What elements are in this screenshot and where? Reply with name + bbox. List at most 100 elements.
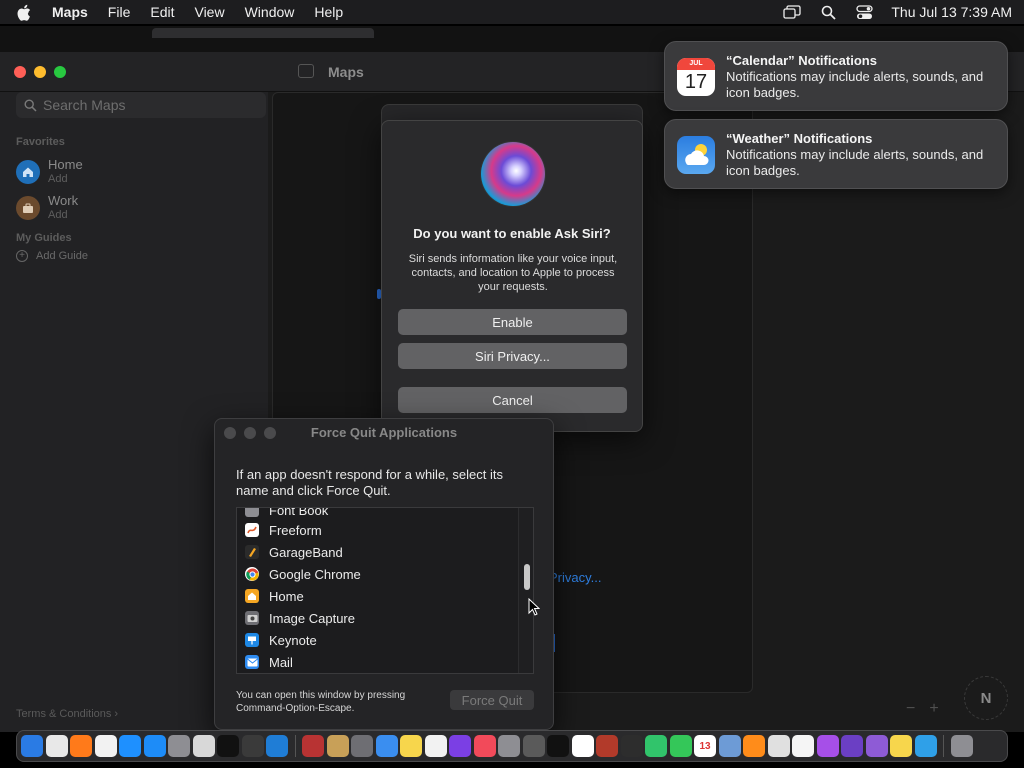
menu-view[interactable]: View (194, 4, 224, 20)
list-item[interactable]: Mail (245, 651, 293, 673)
enable-button[interactable]: Enable (398, 309, 627, 335)
list-item[interactable]: Freeform (245, 519, 322, 541)
screen-mirroring-icon[interactable] (783, 4, 802, 20)
finder-icon[interactable] (21, 735, 43, 757)
force-quit-button[interactable]: Force Quit (450, 690, 534, 710)
add-guide-button[interactable]: + Add Guide (16, 250, 88, 262)
vscode-icon[interactable] (266, 735, 288, 757)
messages-icon[interactable] (669, 735, 692, 757)
brush-icon[interactable] (241, 735, 264, 757)
font-book-icon[interactable] (498, 735, 520, 757)
briefcase-icon (16, 196, 40, 220)
terminal-icon[interactable] (217, 735, 239, 757)
spotlight-search-icon[interactable] (819, 4, 837, 20)
fullscreen-button[interactable] (54, 66, 66, 78)
books-icon[interactable] (743, 735, 765, 757)
home-icon (16, 160, 40, 184)
search-field[interactable] (16, 92, 266, 118)
search-icon (24, 98, 37, 112)
close-button[interactable] (14, 66, 26, 78)
app-store-icon[interactable] (143, 735, 166, 757)
list-item[interactable]: GarageBand (245, 541, 343, 563)
podcasts-icon[interactable] (816, 735, 839, 757)
dock-separator (943, 735, 944, 757)
archive-icon[interactable] (326, 735, 349, 757)
zoom-in-button[interactable]: + (929, 700, 938, 718)
firefox-icon[interactable] (70, 735, 92, 757)
list-item[interactable]: Home (245, 585, 304, 607)
app-list[interactable]: Font Book Freeform GarageBand Google Chr… (236, 507, 534, 674)
icloud-icon[interactable] (375, 735, 398, 757)
notes-icon[interactable] (400, 735, 422, 757)
news-icon[interactable] (473, 735, 496, 757)
preview-icon[interactable] (718, 735, 741, 757)
favorite-work[interactable]: Work Add (16, 194, 78, 222)
force-quit-window: Force Quit Applications If an app doesn'… (214, 418, 554, 730)
force-quit-hint: You can open this window by pressing Com… (236, 690, 406, 714)
menu-help[interactable]: Help (314, 4, 343, 20)
freeform-icon[interactable] (571, 735, 594, 757)
background-window-tab (152, 28, 374, 38)
search-input[interactable] (43, 97, 243, 113)
instruments-icon[interactable] (302, 735, 324, 757)
calendar-icon[interactable]: 13 (694, 735, 716, 757)
scrollbar-thumb[interactable] (524, 564, 530, 590)
control-center-icon[interactable] (855, 4, 873, 20)
dictionary-icon[interactable] (596, 735, 618, 757)
menu-clock[interactable]: Thu Jul 13 7:39 AM (891, 4, 1012, 20)
terms-link[interactable]: Terms & Conditions › (16, 708, 118, 720)
calendar-notification[interactable]: JUL 17 “Calendar” Notifications Notifica… (664, 41, 1008, 111)
calendar-icon: JUL 17 (677, 58, 715, 96)
preview-photos-icon[interactable] (914, 735, 937, 757)
tv-icon[interactable] (547, 735, 569, 757)
list-item[interactable]: Google Chrome (245, 563, 361, 585)
zoom-controls: − + (906, 700, 939, 718)
trash-icon[interactable] (950, 735, 973, 757)
find-my-icon[interactable] (645, 735, 667, 757)
mouse-cursor-icon (528, 598, 540, 616)
favorite-name: Work (48, 193, 79, 208)
safari-icon[interactable] (119, 735, 141, 757)
visual-studio-icon[interactable] (841, 735, 863, 757)
chrome-icon (245, 567, 259, 581)
menu-window[interactable]: Window (245, 4, 295, 20)
menu-edit[interactable]: Edit (150, 4, 174, 20)
app-name: Mail (269, 654, 293, 670)
guides-header: My Guides (16, 232, 72, 244)
zoom-out-button[interactable]: − (906, 700, 915, 718)
list-scrollbar[interactable] (518, 508, 533, 673)
favorite-sub: Add (48, 173, 68, 185)
launchpad-icon[interactable] (45, 735, 68, 757)
notification-title: “Weather” Notifications (726, 131, 873, 146)
chrome-icon[interactable] (94, 735, 117, 757)
reminders-icon[interactable] (424, 735, 447, 757)
dock-separator (294, 735, 296, 757)
clock-icon[interactable] (792, 735, 814, 757)
notes-yellow-icon[interactable] (890, 735, 912, 757)
script-editor-icon[interactable] (192, 735, 215, 757)
list-item[interactable]: Keynote (245, 629, 317, 651)
list-item[interactable]: Image Capture (245, 607, 355, 629)
compass-icon[interactable]: N (964, 676, 1008, 720)
screen-sharing-icon[interactable] (865, 735, 888, 757)
menu-file[interactable]: File (108, 4, 131, 20)
apple-menu-icon[interactable] (16, 4, 34, 21)
notification-body: Notifications may include alerts, sounds… (726, 69, 984, 100)
weather-icon (677, 136, 715, 174)
calculator-icon[interactable] (767, 735, 790, 757)
privacy-link[interactable]: Privacy... (549, 570, 602, 585)
plus-icon: + (16, 250, 28, 262)
favorite-home[interactable]: Home Add (16, 158, 83, 186)
activity-monitor-icon[interactable] (620, 735, 643, 757)
shortcuts-icon[interactable] (449, 735, 471, 757)
cancel-button[interactable]: Cancel (398, 387, 627, 413)
minimize-button[interactable] (34, 66, 46, 78)
app-name: Keynote (269, 632, 317, 648)
sidebar-toggle-icon[interactable] (298, 64, 314, 78)
image-capture-icon[interactable] (351, 735, 373, 757)
chess-icon[interactable] (522, 735, 545, 757)
siri-privacy-button[interactable]: Siri Privacy... (398, 343, 627, 369)
system-settings-icon[interactable] (168, 735, 190, 757)
weather-notification[interactable]: “Weather” Notifications Notifications ma… (664, 119, 1008, 189)
menu-app-name[interactable]: Maps (52, 4, 88, 20)
